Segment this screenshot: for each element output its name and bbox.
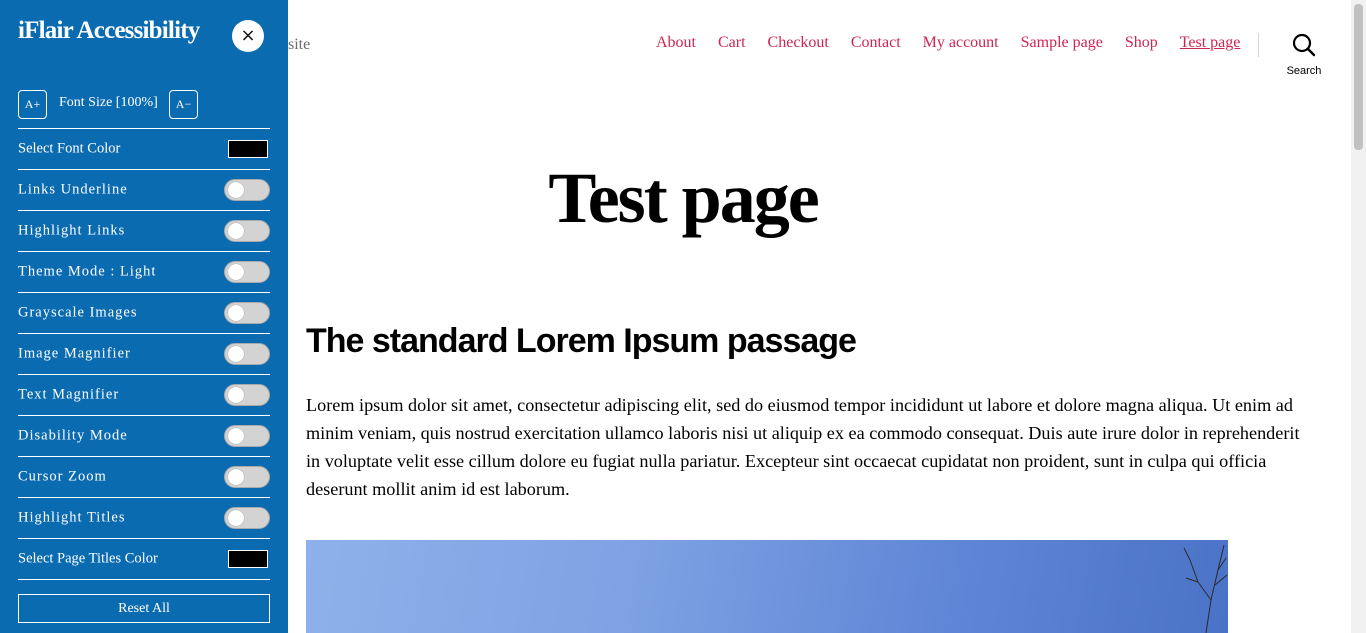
grayscale-images-label: Grayscale Images (18, 304, 138, 321)
toggle-knob (228, 182, 244, 198)
image-magnifier-label: Image Magnifier (18, 345, 131, 362)
links-underline-row: Links Underline (18, 169, 270, 210)
search-label: Search (1286, 65, 1322, 77)
highlight-titles-row: Highlight Titles (18, 497, 270, 538)
toggle-knob (228, 387, 244, 403)
toggle-knob (228, 264, 244, 280)
links-underline-toggle[interactable] (224, 179, 270, 201)
cursor-zoom-row: Cursor Zoom (18, 456, 270, 497)
site-description: site (288, 36, 311, 53)
toggle-knob (228, 305, 244, 321)
titles-color-row: Select Page Titles Color (18, 538, 270, 580)
nav-item-sample-page[interactable]: Sample page (1021, 34, 1103, 52)
body-paragraph: Lorem ipsum dolor sit amet, consectetur … (306, 395, 1300, 499)
image-magnifier-toggle[interactable] (224, 343, 270, 365)
sky-image (306, 540, 1228, 633)
reset-all-button[interactable]: Reset All (18, 594, 270, 623)
nav-item-about[interactable]: About (656, 34, 696, 52)
image-magnifier-row: Image Magnifier (18, 333, 270, 374)
highlight-links-row: Highlight Links (18, 210, 270, 251)
section-heading: The standard Lorem Ipsum passage (306, 322, 857, 360)
font-color-label: Select Font Color (18, 140, 121, 157)
toggle-knob (228, 428, 244, 444)
nav-divider (1258, 33, 1259, 57)
highlight-links-label: Highlight Links (18, 222, 126, 239)
decrease-font-button[interactable]: A− (169, 90, 198, 119)
grayscale-images-row: Grayscale Images (18, 292, 270, 333)
search-toggle[interactable]: Search (1284, 33, 1324, 77)
cursor-zoom-label: Cursor Zoom (18, 468, 107, 485)
links-underline-label: Links Underline (18, 181, 128, 198)
theme-mode-row: Theme Mode : Light (18, 251, 270, 292)
text-magnifier-toggle[interactable] (224, 384, 270, 406)
text-magnifier-row: Text Magnifier (18, 374, 270, 415)
tree-branches-graphic (1183, 544, 1228, 633)
page-scrollbar[interactable] (1351, 0, 1366, 633)
font-color-picker[interactable] (228, 140, 268, 158)
nav-item-shop[interactable]: Shop (1125, 34, 1158, 52)
page-title-text: Test page (548, 158, 819, 238)
toggle-knob (228, 469, 244, 485)
grayscale-images-toggle[interactable] (224, 302, 270, 324)
cursor-zoom-toggle[interactable] (224, 466, 270, 488)
font-size-label: Font Size [100%] (59, 95, 158, 110)
accessibility-panel: iFlair Accessibility × A+ Font Size [100… (0, 0, 288, 633)
scrollbar-thumb[interactable] (1354, 4, 1363, 150)
font-size-controls: A+ Font Size [100%] A− (18, 90, 270, 120)
titles-color-label: Select Page Titles Color (18, 550, 158, 567)
nav-item-contact[interactable]: Contact (851, 34, 901, 52)
increase-font-button[interactable]: A+ (18, 90, 47, 119)
panel-title: iFlair Accessibility (18, 17, 200, 44)
theme-mode-toggle[interactable] (224, 261, 270, 283)
close-icon: × (240, 25, 256, 46)
accessibility-options: Select Font Color Links Underline Highli… (18, 128, 270, 580)
nav-item-test-page[interactable]: Test page (1180, 34, 1241, 52)
primary-nav: About Cart Checkout Contact My account S… (656, 34, 1262, 52)
nav-item-cart[interactable]: Cart (718, 34, 746, 52)
toggle-knob (228, 223, 244, 239)
titles-color-picker[interactable] (228, 550, 268, 568)
nav-item-my-account[interactable]: My account (923, 34, 999, 52)
text-magnifier-label: Text Magnifier (18, 386, 120, 403)
toggle-knob (228, 510, 244, 526)
highlight-links-toggle[interactable] (224, 220, 270, 242)
nav-item-checkout[interactable]: Checkout (768, 34, 829, 52)
close-panel-button[interactable]: × (232, 20, 264, 52)
highlight-titles-label: Highlight Titles (18, 509, 126, 526)
search-icon (1284, 33, 1324, 57)
disability-mode-label: Disability Mode (18, 427, 128, 444)
font-color-row: Select Font Color (18, 128, 270, 169)
highlight-titles-toggle[interactable] (224, 507, 270, 529)
theme-mode-label: Theme Mode : Light (18, 263, 157, 280)
disability-mode-toggle[interactable] (224, 425, 270, 447)
toggle-knob (228, 346, 244, 362)
disability-mode-row: Disability Mode (18, 415, 270, 456)
